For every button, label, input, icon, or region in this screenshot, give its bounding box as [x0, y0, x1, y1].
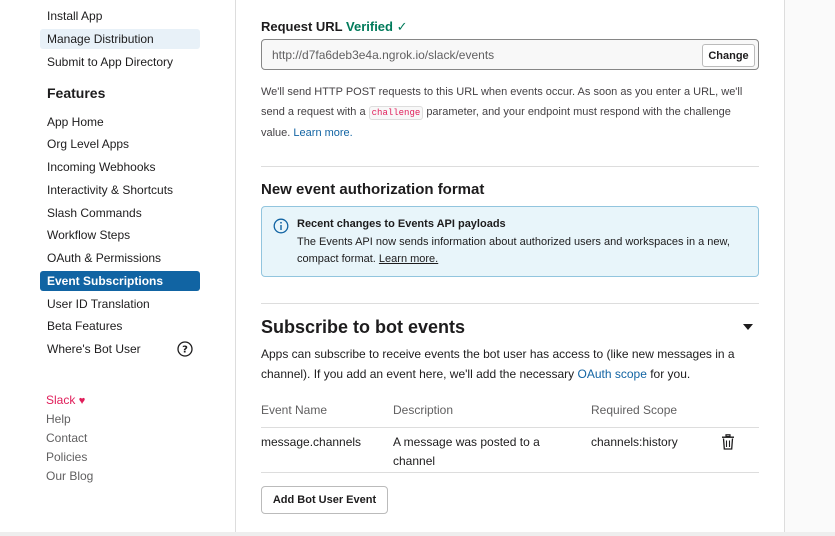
footer-link-slack[interactable]: Slack ♥: [46, 393, 85, 407]
section-divider: [261, 303, 759, 304]
svg-text:?: ?: [182, 345, 188, 356]
info-learn-more-link[interactable]: Learn more.: [379, 253, 438, 265]
bottom-edge: [0, 532, 835, 536]
event-description-cell: A message was posted to a channel: [393, 435, 540, 468]
footer-link-our-blog[interactable]: Our Blog: [46, 469, 93, 483]
event-name-cell[interactable]: message.channels: [261, 433, 361, 452]
info-banner: Recent changes to Events API payloads Th…: [261, 206, 759, 277]
info-title: Recent changes to Events API payloads: [297, 218, 506, 230]
change-url-button[interactable]: Change: [702, 44, 755, 67]
sidebar-item-manage-distribution[interactable]: Manage Distribution: [40, 29, 200, 49]
sidebar-item-user-id-translation[interactable]: User ID Translation: [40, 294, 200, 314]
main-content: Request URL Verified ✓ http://d7fa6deb3e…: [237, 0, 784, 536]
help-icon[interactable]: ?: [177, 341, 193, 357]
info-icon: [273, 218, 289, 234]
sidebar-section-title: Features: [47, 85, 106, 101]
column-header-required-scope: Required Scope: [591, 403, 678, 417]
column-header-description: Description: [393, 403, 454, 417]
trash-icon[interactable]: [721, 434, 735, 450]
auth-format-heading: New event authorization format: [261, 181, 485, 198]
sidebar-item-workflow-steps[interactable]: Workflow Steps: [40, 225, 200, 245]
sidebar-item-wheres-bot-user[interactable]: Where's Bot User: [40, 339, 200, 359]
sidebar-item-app-home[interactable]: App Home: [40, 112, 200, 132]
section-divider: [261, 166, 759, 167]
bot-events-description: Apps can subscribe to receive events the…: [261, 347, 735, 381]
sidebar-item-slash-commands[interactable]: Slash Commands: [40, 203, 200, 223]
check-icon: ✓: [396, 19, 408, 34]
verified-status: Verified: [346, 19, 393, 34]
request-url-value: http://d7fa6deb3e4a.ngrok.io/slack/event…: [272, 48, 495, 62]
bot-events-heading: Subscribe to bot events: [261, 317, 466, 337]
learn-more-link[interactable]: Learn more.: [293, 127, 352, 139]
sidebar-item-incoming-webhooks[interactable]: Incoming Webhooks: [40, 157, 200, 177]
request-url-field[interactable]: http://d7fa6deb3e4a.ngrok.io/slack/event…: [261, 39, 759, 70]
table-divider: [261, 472, 759, 473]
column-header-event-name: Event Name: [261, 403, 328, 417]
sidebar-item-submit-to-app-directory[interactable]: Submit to App Directory: [40, 52, 200, 72]
footer-link-policies[interactable]: Policies: [46, 450, 87, 464]
sidebar-item-install-app[interactable]: Install App: [40, 6, 200, 26]
challenge-code: challenge: [368, 106, 424, 120]
oauth-scope-link[interactable]: OAuth scope: [578, 367, 647, 381]
sidebar: Install App Manage Distribution Submit t…: [0, 0, 236, 536]
event-scope-cell: channels:history: [591, 435, 678, 449]
request-url-label: Request URL Verified ✓: [261, 19, 408, 34]
heart-icon: ♥: [78, 395, 86, 407]
sidebar-item-oauth-permissions[interactable]: OAuth & Permissions: [40, 248, 200, 268]
sidebar-item-org-level-apps[interactable]: Org Level Apps: [40, 134, 200, 154]
footer-link-contact[interactable]: Contact: [46, 431, 87, 445]
sidebar-item-event-subscriptions[interactable]: Event Subscriptions: [40, 271, 200, 291]
footer-link-help[interactable]: Help: [46, 412, 71, 426]
table-divider: [261, 427, 759, 428]
sidebar-item-interactivity-shortcuts[interactable]: Interactivity & Shortcuts: [40, 180, 200, 200]
sidebar-item-beta-features[interactable]: Beta Features: [40, 316, 200, 336]
caret-down-icon[interactable]: [743, 324, 753, 330]
right-gutter: [784, 0, 835, 536]
add-bot-user-event-button[interactable]: Add Bot User Event: [261, 486, 388, 514]
request-url-description: We'll send HTTP POST requests to this UR…: [261, 86, 743, 139]
info-body: The Events API now sends information abo…: [297, 236, 730, 265]
